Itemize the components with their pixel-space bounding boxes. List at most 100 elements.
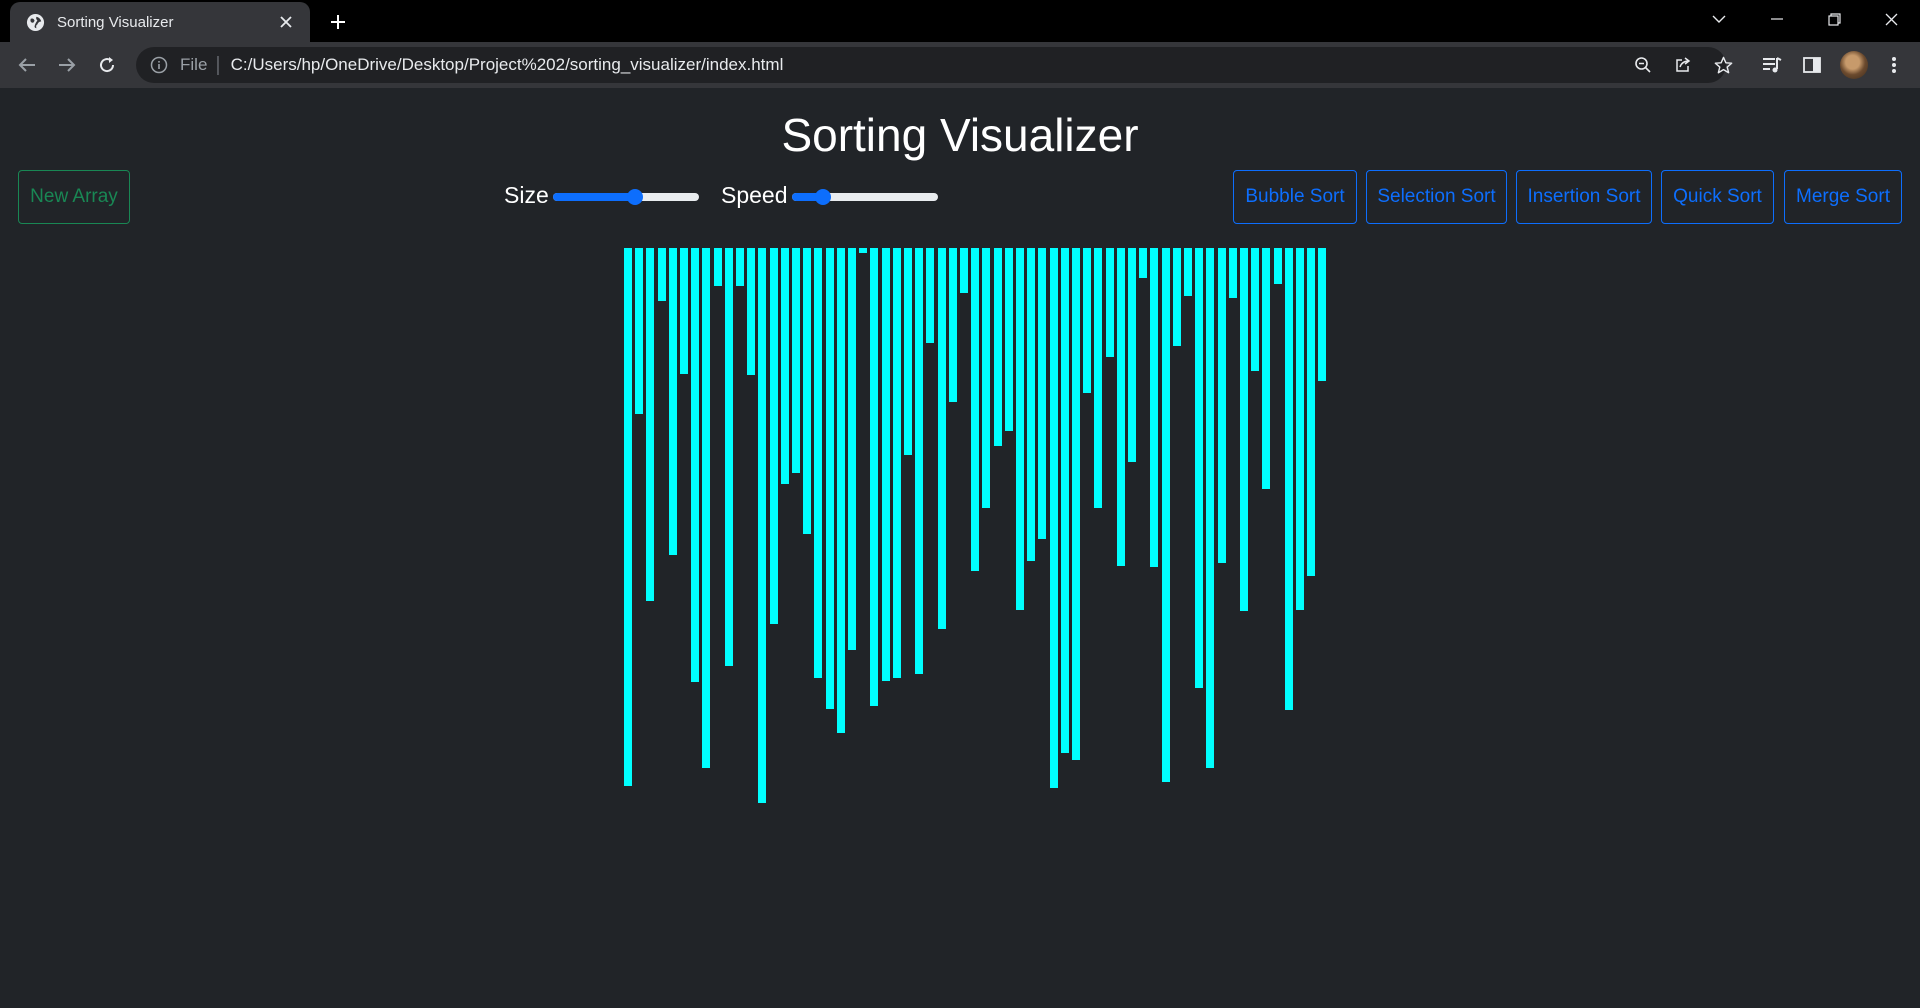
- array-bar: [1296, 248, 1304, 610]
- array-bar: [881, 248, 890, 681]
- array-bar: [1284, 248, 1293, 710]
- array-bar: [915, 248, 924, 674]
- array-bar: [668, 248, 677, 555]
- array-bar: [1262, 248, 1271, 489]
- tab-search-icon[interactable]: [1690, 0, 1748, 38]
- array-bar: [1206, 248, 1215, 768]
- array-bar: [736, 248, 744, 286]
- array-bar: [1217, 248, 1226, 563]
- array-bar: [1240, 248, 1248, 611]
- media-control-icon[interactable]: [1760, 53, 1784, 77]
- array-bar: [657, 248, 666, 301]
- profile-avatar[interactable]: [1840, 51, 1868, 79]
- array-bar: [646, 248, 655, 601]
- side-panel-icon[interactable]: [1800, 53, 1824, 77]
- close-tab-icon[interactable]: [276, 12, 296, 32]
- array-bar: [825, 248, 834, 709]
- url-text[interactable]: C:/Users/hp/OneDrive/Desktop/Project%202…: [231, 55, 784, 75]
- array-bar: [1228, 248, 1237, 298]
- array-bar: [993, 248, 1002, 446]
- menu-kebab-icon[interactable]: [1882, 53, 1906, 77]
- array-bar: [1094, 248, 1103, 508]
- array-bar: [926, 248, 935, 343]
- reload-icon[interactable]: [91, 49, 123, 81]
- array-bar: [1105, 248, 1114, 357]
- array-bar: [1116, 248, 1125, 566]
- quick-sort-button[interactable]: Quick Sort: [1661, 170, 1774, 224]
- new-tab-icon[interactable]: [324, 8, 352, 36]
- array-bar: [792, 248, 800, 473]
- page-content: Sorting Visualizer New Array Size Speed …: [0, 88, 1920, 1008]
- array-bar: [904, 248, 912, 455]
- speed-slider[interactable]: [792, 187, 938, 207]
- size-slider[interactable]: [553, 187, 699, 207]
- array-bar: [803, 248, 812, 534]
- array-bar: [1251, 248, 1260, 371]
- array-bar: [702, 248, 711, 768]
- array-bar: [1004, 248, 1013, 431]
- array-bar: [691, 248, 700, 682]
- tab-title: Sorting Visualizer: [57, 13, 174, 31]
- array-bar: [960, 248, 968, 293]
- array-bar: [724, 248, 733, 666]
- minimize-icon[interactable]: [1748, 0, 1806, 38]
- tab-strip: Sorting Visualizer: [0, 0, 1920, 42]
- array-bar: [870, 248, 879, 706]
- array-bar: [1027, 248, 1036, 561]
- array-bar: [1072, 248, 1080, 760]
- page-title: Sorting Visualizer: [781, 109, 1139, 161]
- share-icon[interactable]: [1672, 54, 1694, 76]
- restore-icon[interactable]: [1805, 0, 1863, 38]
- back-icon[interactable]: [11, 49, 43, 81]
- array-bar: [769, 248, 778, 624]
- globe-icon: [26, 13, 45, 31]
- array-bar: [892, 248, 901, 678]
- array-bar: [1128, 248, 1136, 462]
- array-bar: [1195, 248, 1204, 688]
- array-bar: [971, 248, 980, 571]
- new-array-button[interactable]: New Array: [18, 170, 130, 224]
- bubble-sort-button[interactable]: Bubble Sort: [1233, 170, 1357, 224]
- array-bar: [1038, 248, 1047, 539]
- url-separator: |: [215, 53, 221, 76]
- array-bar: [937, 248, 946, 629]
- array-bar: [780, 248, 789, 484]
- selection-sort-button[interactable]: Selection Sort: [1366, 170, 1507, 224]
- array-bar: [836, 248, 845, 733]
- array-bar: [1150, 248, 1159, 567]
- size-slider-fill: [553, 193, 636, 201]
- array-bar: [1184, 248, 1192, 296]
- speed-slider-thumb[interactable]: [815, 189, 832, 205]
- array-bar: [1060, 248, 1069, 753]
- array-bar: [948, 248, 957, 402]
- array-bar: [1139, 248, 1148, 278]
- array-bar: [758, 248, 767, 803]
- forward-icon[interactable]: [51, 49, 83, 81]
- array-bar: [680, 248, 688, 374]
- array-bar: [848, 248, 856, 650]
- insertion-sort-button[interactable]: Insertion Sort: [1516, 170, 1652, 224]
- array-bar: [1307, 248, 1316, 576]
- browser-tab[interactable]: Sorting Visualizer: [10, 2, 310, 42]
- array-bar: [1318, 248, 1327, 381]
- bookmark-star-icon[interactable]: [1712, 54, 1734, 76]
- size-slider-thumb[interactable]: [627, 189, 644, 205]
- array-bar: [982, 248, 991, 508]
- merge-sort-button[interactable]: Merge Sort: [1784, 170, 1902, 224]
- array-bar: [1083, 248, 1092, 393]
- array-bar: [1161, 248, 1170, 782]
- address-bar[interactable]: File | C:/Users/hp/OneDrive/Desktop/Proj…: [136, 47, 1732, 83]
- close-window-icon[interactable]: [1862, 0, 1920, 38]
- url-scheme-label: File: [180, 55, 208, 74]
- size-label: Size: [504, 182, 549, 208]
- browser-toolbar: File | C:/Users/hp/OneDrive/Desktop/Proj…: [0, 42, 1920, 88]
- speed-label: Speed: [721, 182, 788, 208]
- array-bar: [1172, 248, 1181, 346]
- array-bar: [859, 248, 868, 253]
- array-bars-container: [624, 248, 1327, 808]
- info-icon[interactable]: [150, 56, 168, 74]
- array-bar: [1049, 248, 1058, 788]
- array-bar: [713, 248, 722, 286]
- zoom-icon[interactable]: [1632, 54, 1654, 76]
- array-bar: [814, 248, 823, 678]
